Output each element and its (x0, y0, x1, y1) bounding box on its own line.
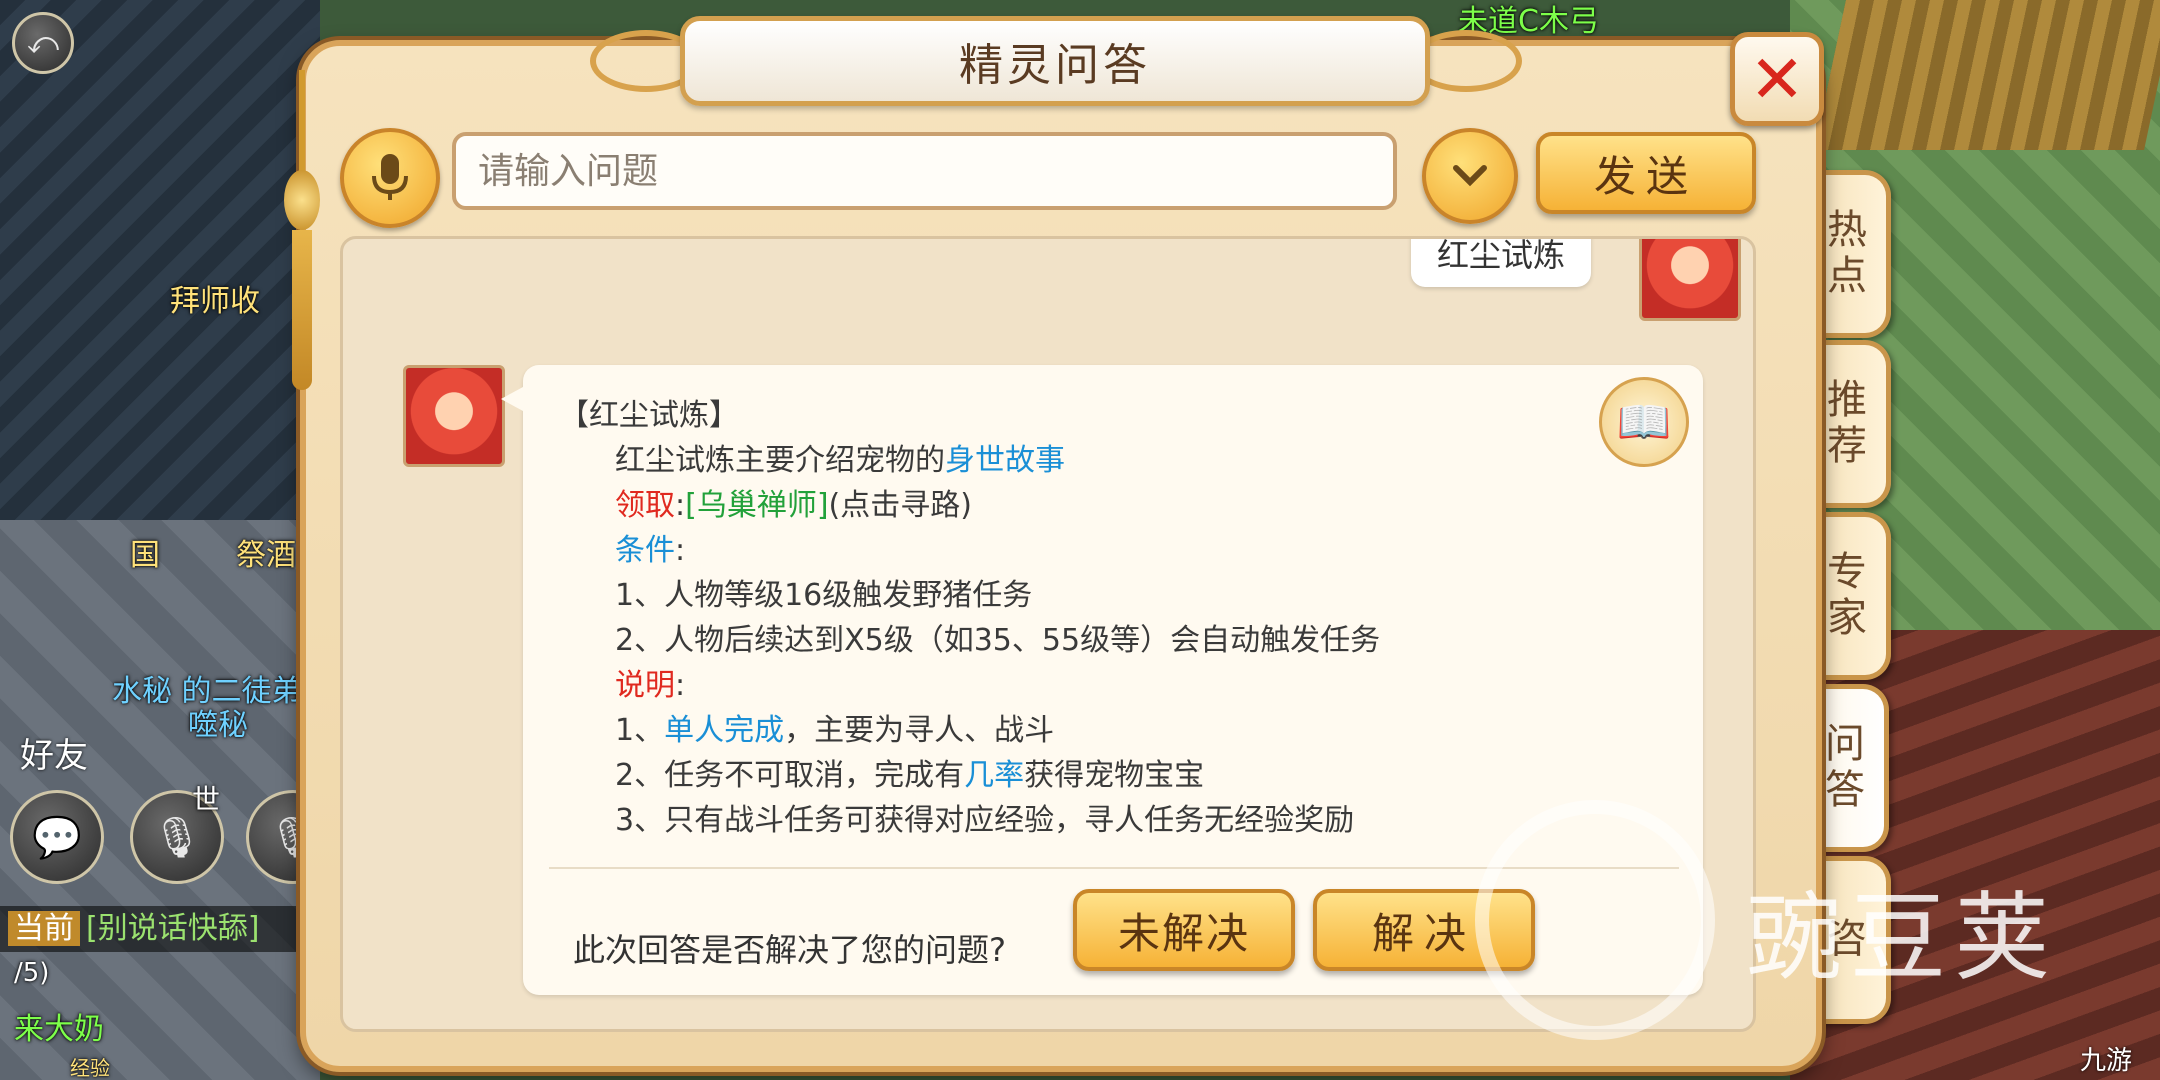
condition-label: 条件 (615, 533, 675, 568)
chat-channel-bar[interactable]: 当前 [别说话快舔] (0, 906, 300, 952)
chat-channel-tag: 当前 (8, 911, 80, 946)
watermark-logo (1475, 800, 1715, 1040)
feedback-question: 此次回答是否解决了您的问题? (573, 931, 1006, 969)
close-button[interactable]: ✕ (1730, 32, 1824, 126)
note-item: 2、任务不可取消，完成有几率获得宠物宝宝 (615, 758, 1205, 793)
dialog-title-plate: 精灵问答 (680, 16, 1430, 106)
chat-text: 来大奶 (14, 1012, 104, 1047)
question-input[interactable] (452, 132, 1397, 210)
npc-name-tag: 祭酒 (236, 538, 296, 573)
back-icon[interactable]: ⤺ (12, 12, 74, 74)
probability-link[interactable]: 几率 (964, 758, 1024, 793)
close-icon: ✕ (1749, 40, 1805, 118)
answer-heading: 【红尘试炼】 (559, 398, 739, 433)
exp-label: 经验 (70, 1056, 110, 1080)
book-icon[interactable]: 📖 (1599, 377, 1689, 467)
npc-name-tag[interactable]: 拜师收 (170, 276, 260, 320)
receive-label: 领取 (615, 488, 675, 523)
solo-complete-link[interactable]: 单人完成 (664, 713, 784, 748)
pathfind-hint: (点击寻路) (828, 488, 972, 523)
voice-input-button[interactable] (340, 128, 440, 228)
friend-label[interactable]: 好友 (20, 728, 88, 777)
history-dropdown-button[interactable] (1422, 128, 1518, 224)
player-name-tag: 噬秘 (188, 708, 248, 743)
note-item: 1、单人完成，主要为寻人、战斗 (615, 713, 1055, 748)
chat-message: [别说话快舔] (86, 911, 260, 946)
chevron-down-icon (1453, 165, 1487, 187)
send-button[interactable]: 发送 (1536, 132, 1756, 214)
condition-item: 2、人物后续达到X5级（如35、55级等）会自动触发任务 (615, 623, 1381, 658)
corner-watermark: 九游 (2080, 1046, 2133, 1076)
microphone-icon (372, 154, 408, 200)
note-label: 说明 (615, 668, 675, 703)
npc-pathfind-link[interactable]: [乌巢禅师] (685, 488, 828, 523)
watermark-text: 豌豆荚 (1746, 882, 2058, 994)
world-channel-label: 世 (192, 783, 221, 816)
dialog-title: 精灵问答 (959, 40, 1151, 91)
tassel-decoration (284, 70, 320, 390)
user-question-bubble: 红尘试炼 (1411, 239, 1591, 287)
note-item: 3、只有战斗任务可获得对应经验，寻人任务无经验奖励 (615, 803, 1355, 838)
background-roof-right (1814, 0, 2160, 150)
story-link[interactable]: 身世故事 (945, 443, 1065, 478)
npc-name-tag: 国 (130, 538, 160, 573)
unresolved-button[interactable]: 未解决 (1073, 889, 1295, 971)
background-roof-left (0, 0, 320, 560)
user-avatar (1639, 239, 1741, 321)
assistant-avatar (403, 365, 505, 467)
chat-message: /5) (14, 958, 50, 988)
chat-bubble-icon[interactable]: 💬 (10, 790, 104, 884)
answer-intro: 红尘试炼主要介绍宠物的 (615, 443, 945, 478)
condition-item: 1、人物等级16级触发野猪任务 (615, 578, 1033, 613)
